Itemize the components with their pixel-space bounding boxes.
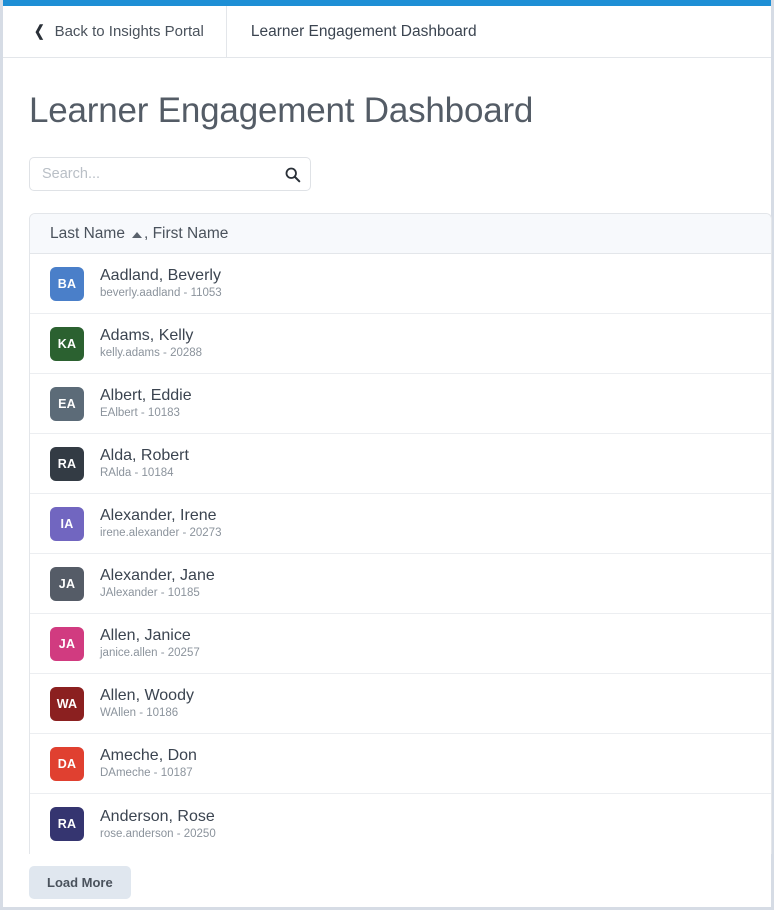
row-text: Aadland, Beverly beverly.aadland - 11053: [100, 266, 222, 301]
column-header-first-name-label: , First Name: [143, 224, 229, 242]
column-header-last-name-label: Last Name: [50, 224, 125, 242]
row-text: Allen, Janice janice.allen - 20257: [100, 626, 200, 661]
learner-name: Alda, Robert: [100, 447, 189, 465]
avatar: DA: [50, 746, 84, 781]
table-row[interactable]: KA Adams, Kelly kelly.adams - 20288: [30, 314, 771, 375]
learner-username-id: janice.allen - 20257: [100, 647, 200, 660]
load-more-button[interactable]: Load More: [29, 866, 131, 900]
learner-name: Ameche, Don: [100, 747, 197, 765]
main-content: Learner Engagement Dashboard Last Name ,…: [3, 58, 772, 907]
search-box: [29, 157, 311, 192]
search-input[interactable]: [29, 157, 311, 192]
navigation-bar: ❮ Back to Insights Portal Learner Engage…: [3, 6, 771, 58]
table-row[interactable]: DA Ameche, Don DAmeche - 10187: [30, 734, 771, 795]
row-text: Ameche, Don DAmeche - 10187: [100, 746, 197, 781]
avatar: BA: [50, 266, 84, 301]
table-row[interactable]: JA Allen, Janice janice.allen - 20257: [30, 614, 771, 675]
column-header-name[interactable]: Last Name , First Name: [50, 225, 228, 243]
avatar: JA: [50, 626, 84, 661]
table-row[interactable]: IA Alexander, Irene irene.alexander - 2027…: [30, 494, 771, 555]
learner-name: Anderson, Rose: [100, 807, 215, 825]
page-title: Learner Engagement Dashboard: [29, 91, 534, 130]
row-text: Allen, Woody WAllen - 10186: [100, 686, 194, 721]
avatar: EA: [50, 386, 84, 421]
avatar: RA: [50, 446, 84, 481]
learner-name: Adams, Kelly: [100, 327, 194, 345]
application-window: ❮ Back to Insights Portal Learner Engage…: [0, 0, 774, 910]
row-text: Alda, Robert RAlda - 10184: [100, 446, 189, 481]
row-text: Adams, Kelly kelly.adams - 20288: [100, 326, 202, 361]
table-row[interactable]: JA Alexander, Jane JAlexander - 10185: [30, 554, 771, 615]
learner-username-id: EAlbert - 10183: [100, 407, 180, 420]
avatar: RA: [50, 807, 84, 842]
learner-name: Allen, Janice: [100, 627, 191, 645]
learner-username-id: beverly.aadland - 11053: [100, 287, 222, 300]
learner-username-id: WAllen - 10186: [100, 707, 179, 720]
avatar: IA: [50, 506, 84, 541]
table-header-row: Last Name , First Name: [30, 214, 771, 255]
back-to-insights-portal-link[interactable]: ❮ Back to Insights Portal: [3, 6, 227, 57]
avatar: JA: [50, 566, 84, 601]
row-text: Anderson, Rose rose.anderson - 20250: [100, 807, 216, 842]
learner-username-id: kelly.adams - 20288: [100, 347, 203, 360]
breadcrumb-current-page: Learner Engagement Dashboard: [250, 22, 477, 40]
back-link-label: Back to Insights Portal: [54, 23, 204, 40]
table-row[interactable]: RA Alda, Robert RAlda - 10184: [30, 434, 771, 495]
sort-ascending-icon: [131, 231, 142, 238]
table-row[interactable]: WA Allen, Woody WAllen - 10186: [30, 674, 771, 735]
learner-name: Albert, Eddie: [100, 387, 192, 405]
search-icon[interactable]: [280, 162, 304, 186]
learner-username-id: RAlda - 10184: [100, 467, 174, 480]
table-row[interactable]: EA Albert, Eddie EAlbert - 10183: [30, 374, 771, 435]
learner-username-id: JAlexander - 10185: [100, 587, 200, 600]
learner-username-id: DAmeche - 10187: [100, 767, 193, 780]
row-text: Alexander, Jane JAlexander - 10185: [100, 566, 215, 601]
table-row[interactable]: RA Anderson, Rose rose.anderson - 20250: [30, 794, 771, 855]
table-row[interactable]: BA Aadland, Beverly beverly.aadland - 1105…: [30, 254, 771, 315]
learner-name: Aadland, Beverly: [100, 267, 221, 285]
avatar: WA: [50, 686, 84, 721]
learner-name: Alexander, Jane: [100, 567, 215, 585]
table-body: BA Aadland, Beverly beverly.aadland - 1105…: [30, 254, 771, 855]
row-text: Albert, Eddie EAlbert - 10183: [100, 386, 192, 421]
avatar: KA: [50, 326, 84, 361]
learner-username-id: rose.anderson - 20250: [100, 827, 216, 840]
learner-name: Allen, Woody: [100, 687, 194, 705]
learner-name: Alexander, Irene: [100, 507, 217, 525]
learner-username-id: irene.alexander - 20273: [100, 527, 222, 540]
row-text: Alexander, Irene irene.alexander - 20273: [100, 506, 221, 541]
learner-table: Last Name , First Name BA Aadland, Beverl…: [29, 213, 772, 855]
chevron-left-icon: ❮: [33, 23, 45, 40]
table-footer: Load More: [3, 854, 769, 903]
